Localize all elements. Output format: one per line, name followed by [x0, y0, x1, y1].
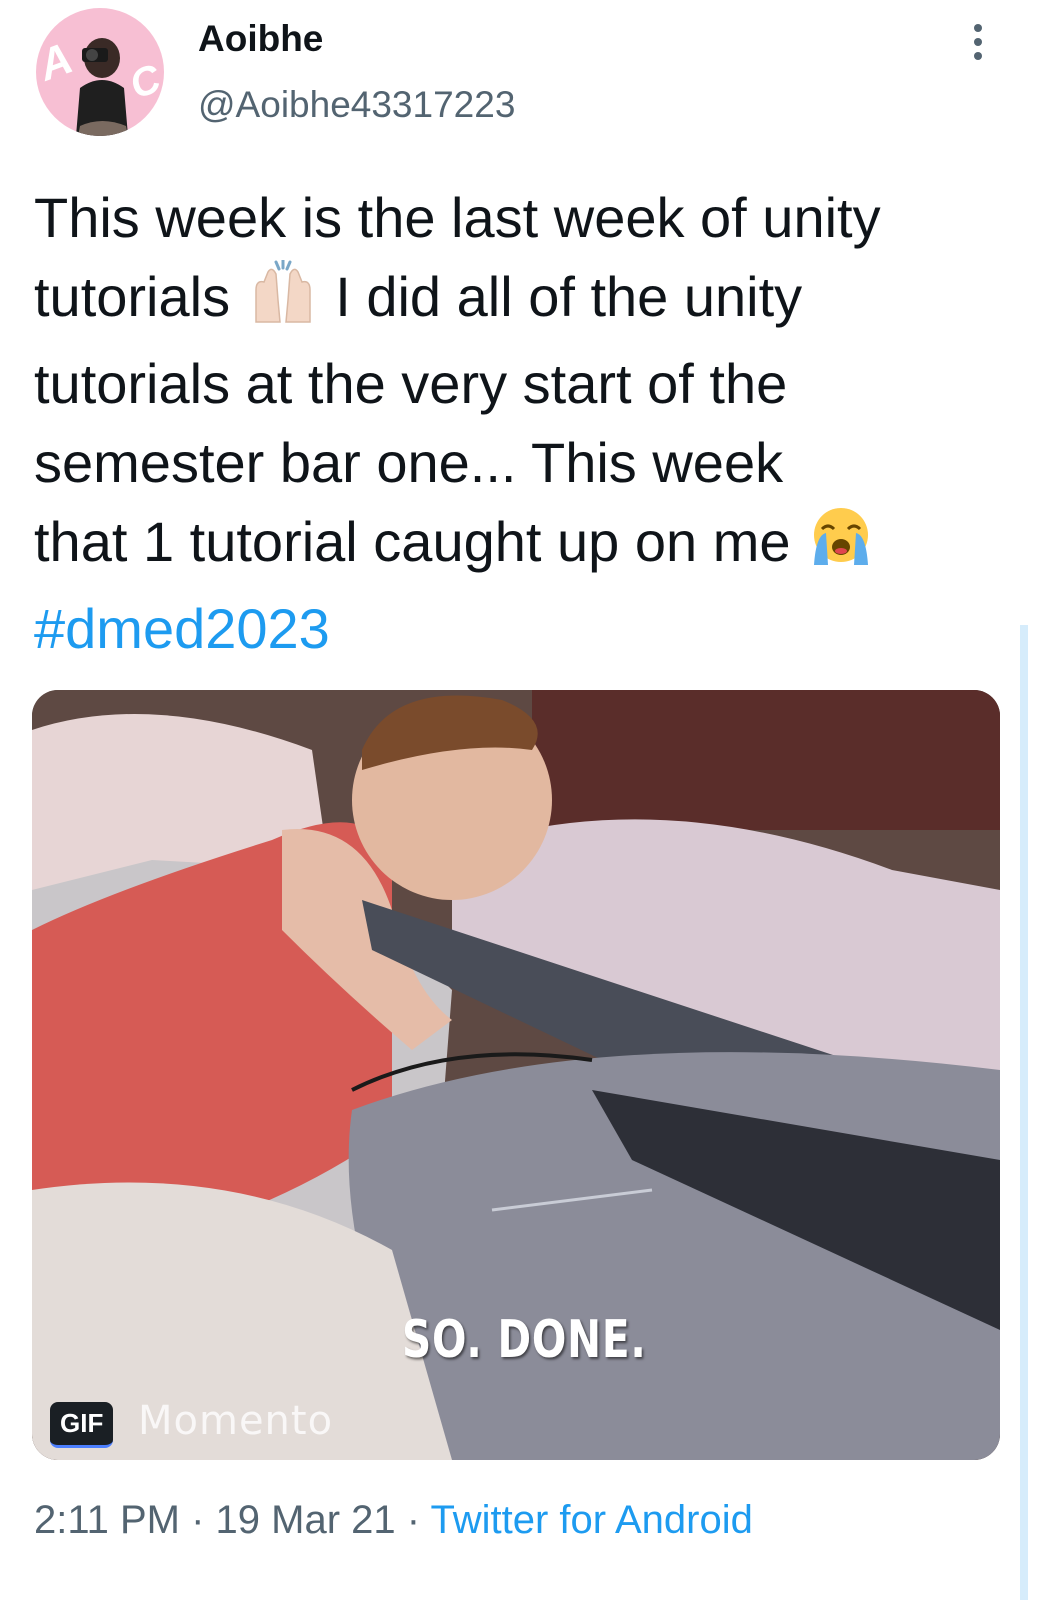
tweet-line-segment: I did all of the unity [335, 265, 803, 328]
scrollbar[interactable] [1020, 625, 1028, 1600]
media-gif[interactable]: SO. DONE. GIF Momento [32, 690, 1000, 1460]
meta-separator: · [395, 1498, 431, 1542]
display-name[interactable]: Aoibhe [198, 18, 323, 60]
tweet-date[interactable]: 19 Mar 21 [216, 1498, 396, 1542]
loudly-crying-face-emoji [806, 505, 876, 589]
tweet-line: semester bar one... This week [34, 431, 784, 494]
tweet-line: tutorials I did all of the unity [34, 257, 1014, 344]
tweet-time[interactable]: 2:11 PM [34, 1498, 180, 1542]
tweet-line-segment: tutorials [34, 265, 231, 328]
meta-separator: · [180, 1498, 216, 1542]
avatar[interactable]: A C [36, 8, 164, 136]
gif-caption: SO. DONE. [402, 1310, 647, 1370]
gif-badge[interactable]: GIF [50, 1402, 114, 1448]
hashtag-link[interactable]: #dmed2023 [34, 597, 330, 660]
raising-hands-emoji [246, 258, 320, 344]
tweet-meta: 2:11 PM · 19 Mar 21 · Twitter for Androi… [34, 1498, 753, 1543]
gif-watermark: Momento [138, 1398, 334, 1444]
more-options-icon[interactable] [966, 24, 990, 64]
tweet-line: tutorials at the very start of the [34, 352, 788, 415]
tweet-source-link[interactable]: Twitter for Android [430, 1498, 752, 1542]
tweet-text: This week is the last week of unity tuto… [34, 178, 1014, 668]
tweet-line: This week is the last week of unity [34, 186, 881, 249]
tweet-line-segment: that 1 tutorial caught up on me [34, 510, 791, 573]
tweet-line: #dmed2023 [34, 589, 1014, 668]
user-handle[interactable]: @Aoibhe43317223 [198, 84, 515, 126]
tweet-line: that 1 tutorial caught up on me [34, 502, 1014, 589]
